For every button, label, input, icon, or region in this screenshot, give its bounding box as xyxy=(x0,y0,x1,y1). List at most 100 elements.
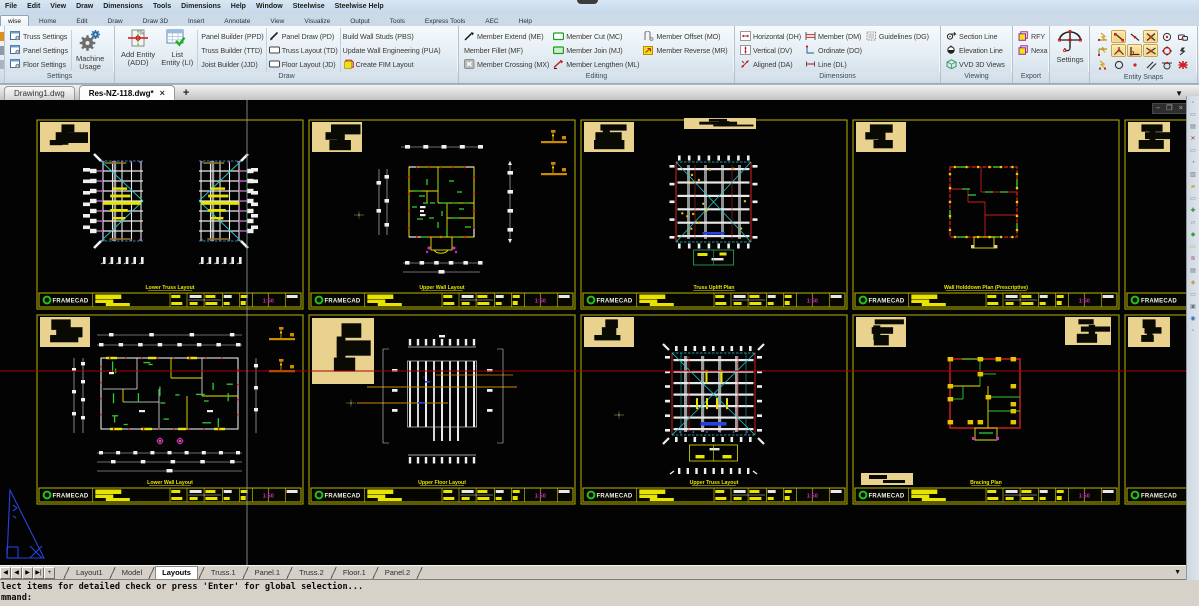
ribbon-tab-tools[interactable]: Tools xyxy=(380,16,415,27)
snap-toggle-snap-from[interactable] xyxy=(1095,30,1110,43)
ribbon-button-vvd-3d-views[interactable]: VVD 3D Views xyxy=(946,57,1005,71)
ribbon-button-horizontal-dh-[interactable]: Horizontal (DH) xyxy=(740,29,801,43)
docked-toolbar-icon[interactable]: ▤ xyxy=(1188,122,1199,133)
ribbon-button-section-line[interactable]: Section Line xyxy=(946,29,1005,43)
snap-toggle-quadrant[interactable] xyxy=(1159,44,1174,57)
ribbon-button-panel-builder-ppd-[interactable]: Panel Builder (PPD) xyxy=(201,29,263,43)
docked-toolbar-icon[interactable]: ▭ xyxy=(1188,242,1199,253)
ribbon-tab-edit[interactable]: Edit xyxy=(66,16,97,27)
snap-toggle-center[interactable] xyxy=(1159,30,1174,43)
ribbon-button-member-fillet-mf-[interactable]: Member Fillet (MF) xyxy=(464,43,549,57)
ribbon-button-vertical-dv-[interactable]: Vertical (DV) xyxy=(740,43,801,57)
docked-toolbar-icon[interactable]: ≋ xyxy=(1188,254,1199,265)
document-tab-close-icon[interactable]: × xyxy=(160,88,165,98)
ribbon-button-floor-layout-jd-[interactable]: Floor Layout (JD) xyxy=(269,57,338,71)
layout-tab-truss-2[interactable]: Truss.2 xyxy=(293,567,330,579)
ribbon-button-truss-layout-td-[interactable]: Truss Layout (TD) xyxy=(269,43,338,57)
snap-toggle-intersection[interactable] xyxy=(1143,30,1158,43)
ribbon-button-update-wall-engineering-pua-[interactable]: Update Wall Engineering (PUA) xyxy=(343,43,441,57)
snap-toggle-node[interactable] xyxy=(1127,58,1142,71)
menu-dimensions-6[interactable]: Dimensions xyxy=(176,3,226,10)
docked-toolbar-icon[interactable]: ◉ xyxy=(1188,314,1199,325)
snap-toggle-tangent[interactable] xyxy=(1159,58,1174,71)
ribbon-button-member-cut-mc-[interactable]: Member Cut (MC) xyxy=(553,29,639,43)
layout-tab-model[interactable]: Model xyxy=(116,567,148,579)
ribbon-tab-aec[interactable]: AEC xyxy=(475,16,508,27)
ribbon-button-panel-settings[interactable]: Panel Settings xyxy=(10,43,68,57)
layout-tab-layouts[interactable]: Layouts xyxy=(155,566,198,579)
ribbon-button-member-reverse-mr-[interactable]: Member Reverse (MR) xyxy=(643,43,727,57)
ribbon-tab-express-tools[interactable]: Express Tools xyxy=(415,16,475,27)
docked-toolbar-icon[interactable]: ▭ xyxy=(1188,146,1199,157)
layout-new-button[interactable]: + xyxy=(44,567,55,579)
ribbon-button-create-fim-layout[interactable]: Create FIM Layout xyxy=(343,57,441,71)
new-document-tab-button[interactable]: + xyxy=(183,86,189,100)
ribbon-tab-help[interactable]: Help xyxy=(509,16,542,27)
ribbon-button-joist-builder-jjd-[interactable]: Joist Builder (JJD) xyxy=(201,57,263,71)
docked-toolbar-icon[interactable]: ▫ xyxy=(1188,326,1199,337)
ribbon-tab-home[interactable]: Home xyxy=(29,16,66,27)
ribbon-button-member-offset-mo-[interactable]: Member Offset (MO) xyxy=(643,29,727,43)
menu-file[interactable]: File xyxy=(0,3,22,10)
docked-toolbar-icon[interactable]: ▰ xyxy=(1188,182,1199,193)
layout-tab-panel-2[interactable]: Panel.2 xyxy=(379,567,416,579)
layout-first-button[interactable]: ◀ xyxy=(0,567,11,579)
layout-tab-floor-1[interactable]: Floor.1 xyxy=(337,567,372,579)
ribbon-button-member-lengthen-ml-[interactable]: Member Lengthen (ML) xyxy=(553,57,639,71)
ribbon-tab-annotate[interactable]: Annotate xyxy=(214,16,260,27)
ribbon-button-list-entity-li-[interactable]: ListEntity (LI) xyxy=(158,28,196,72)
snap-toggle-extension[interactable] xyxy=(1143,44,1158,57)
ribbon-button-add-entity-add-[interactable]: Add Entity(ADD) xyxy=(118,28,158,72)
snap-toggle-perpendicular[interactable] xyxy=(1127,44,1142,57)
layout-next-button[interactable]: ▶ xyxy=(22,567,33,579)
snap-toggle-parallel[interactable] xyxy=(1143,58,1158,71)
layout-prev-button[interactable]: ◀ xyxy=(11,567,22,579)
ribbon-button-panel-draw-pd-[interactable]: Panel Draw (PD) xyxy=(269,29,338,43)
menu-view[interactable]: View xyxy=(45,3,71,10)
ribbon-tab-output[interactable]: Output xyxy=(340,16,380,27)
ribbon-tab-draw-3d[interactable]: Draw 3D xyxy=(133,16,178,27)
docked-toolbar-icon[interactable]: ▱ xyxy=(1188,218,1199,229)
ribbon-button-truss-settings[interactable]: Truss Settings xyxy=(10,29,68,43)
docked-toolbar-icon[interactable]: ✕ xyxy=(1188,134,1199,145)
layout-tab-truss-1[interactable]: Truss.1 xyxy=(205,567,242,579)
menu-window[interactable]: Window xyxy=(251,3,288,10)
layout-tab-overflow-icon[interactable]: ▼ xyxy=(1174,569,1181,576)
docked-toolbar-icon[interactable]: ◈ xyxy=(1188,278,1199,289)
ribbon-button-aligned-da-[interactable]: Aligned (DA) xyxy=(740,57,801,71)
docked-toolbar-icon[interactable]: ▥ xyxy=(1188,170,1199,181)
ribbon-tab-insert[interactable]: Insert xyxy=(178,16,214,27)
drawing-canvas[interactable]: Lower Truss LayoutFRAMECAD1:50Upper Wall… xyxy=(0,100,1199,565)
ribbon-button-member-join-mj-[interactable]: Member Join (MJ) xyxy=(553,43,639,57)
ribbon-button-truss-builder-ttd-[interactable]: Truss Builder (TTD) xyxy=(201,43,263,57)
ribbon-tab-view[interactable]: View xyxy=(260,16,294,27)
snap-toggle-midpoint[interactable] xyxy=(1127,30,1142,43)
docked-toolbar-icon[interactable]: ▭ xyxy=(1188,194,1199,205)
snap-toggle-circle[interactable] xyxy=(1111,58,1126,71)
menu-dimensions-4[interactable]: Dimensions xyxy=(98,3,148,10)
ribbon-button-elevation-line[interactable]: Elevation Line xyxy=(946,43,1005,57)
ribbon-button-build-wall-studs-pbs-[interactable]: Build Wall Studs (PBS) xyxy=(343,29,441,43)
snap-toggle-insertion[interactable] xyxy=(1175,30,1190,43)
docked-toolbar-icon[interactable]: ◔ xyxy=(1188,158,1199,169)
ribbon-button-floor-settings[interactable]: Floor Settings xyxy=(10,57,68,71)
ribbon-tab-visualize[interactable]: Visualize xyxy=(294,16,340,27)
ribbon-button-ordinate-do-[interactable]: Ordinate (DO) xyxy=(805,43,862,57)
menu-edit[interactable]: Edit xyxy=(22,3,45,10)
menu-draw[interactable]: Draw xyxy=(71,3,98,10)
snap-toggle-snap-temp[interactable] xyxy=(1095,58,1110,71)
snap-toggle-snap-none[interactable] xyxy=(1175,58,1190,71)
ribbon-button-guidelines-dg-[interactable]: Guidelines (DG) xyxy=(866,29,929,43)
docked-toolbar-icon[interactable]: ▣ xyxy=(1188,302,1199,313)
snap-toggle-snap-track[interactable] xyxy=(1095,44,1110,57)
ribbon-button-member-dm-[interactable]: Member (DM) xyxy=(805,29,862,43)
document-tab-drawing1-dwg[interactable]: Drawing1.dwg xyxy=(4,86,75,100)
ribbon-tab-draw[interactable]: Draw xyxy=(98,16,133,27)
menu-help[interactable]: Help xyxy=(226,3,251,10)
snap-toggle-apparent[interactable] xyxy=(1111,44,1126,57)
command-line[interactable]: lect items for detailed check or press '… xyxy=(0,579,1199,606)
ribbon-button-rfy[interactable]: RFY xyxy=(1018,29,1047,43)
layout-tab-panel-1[interactable]: Panel.1 xyxy=(249,567,286,579)
mdi-close-button[interactable]: × xyxy=(1179,104,1183,113)
document-tab-res-nz-118-dwg-[interactable]: Res-NZ-118.dwg*× xyxy=(79,85,175,100)
